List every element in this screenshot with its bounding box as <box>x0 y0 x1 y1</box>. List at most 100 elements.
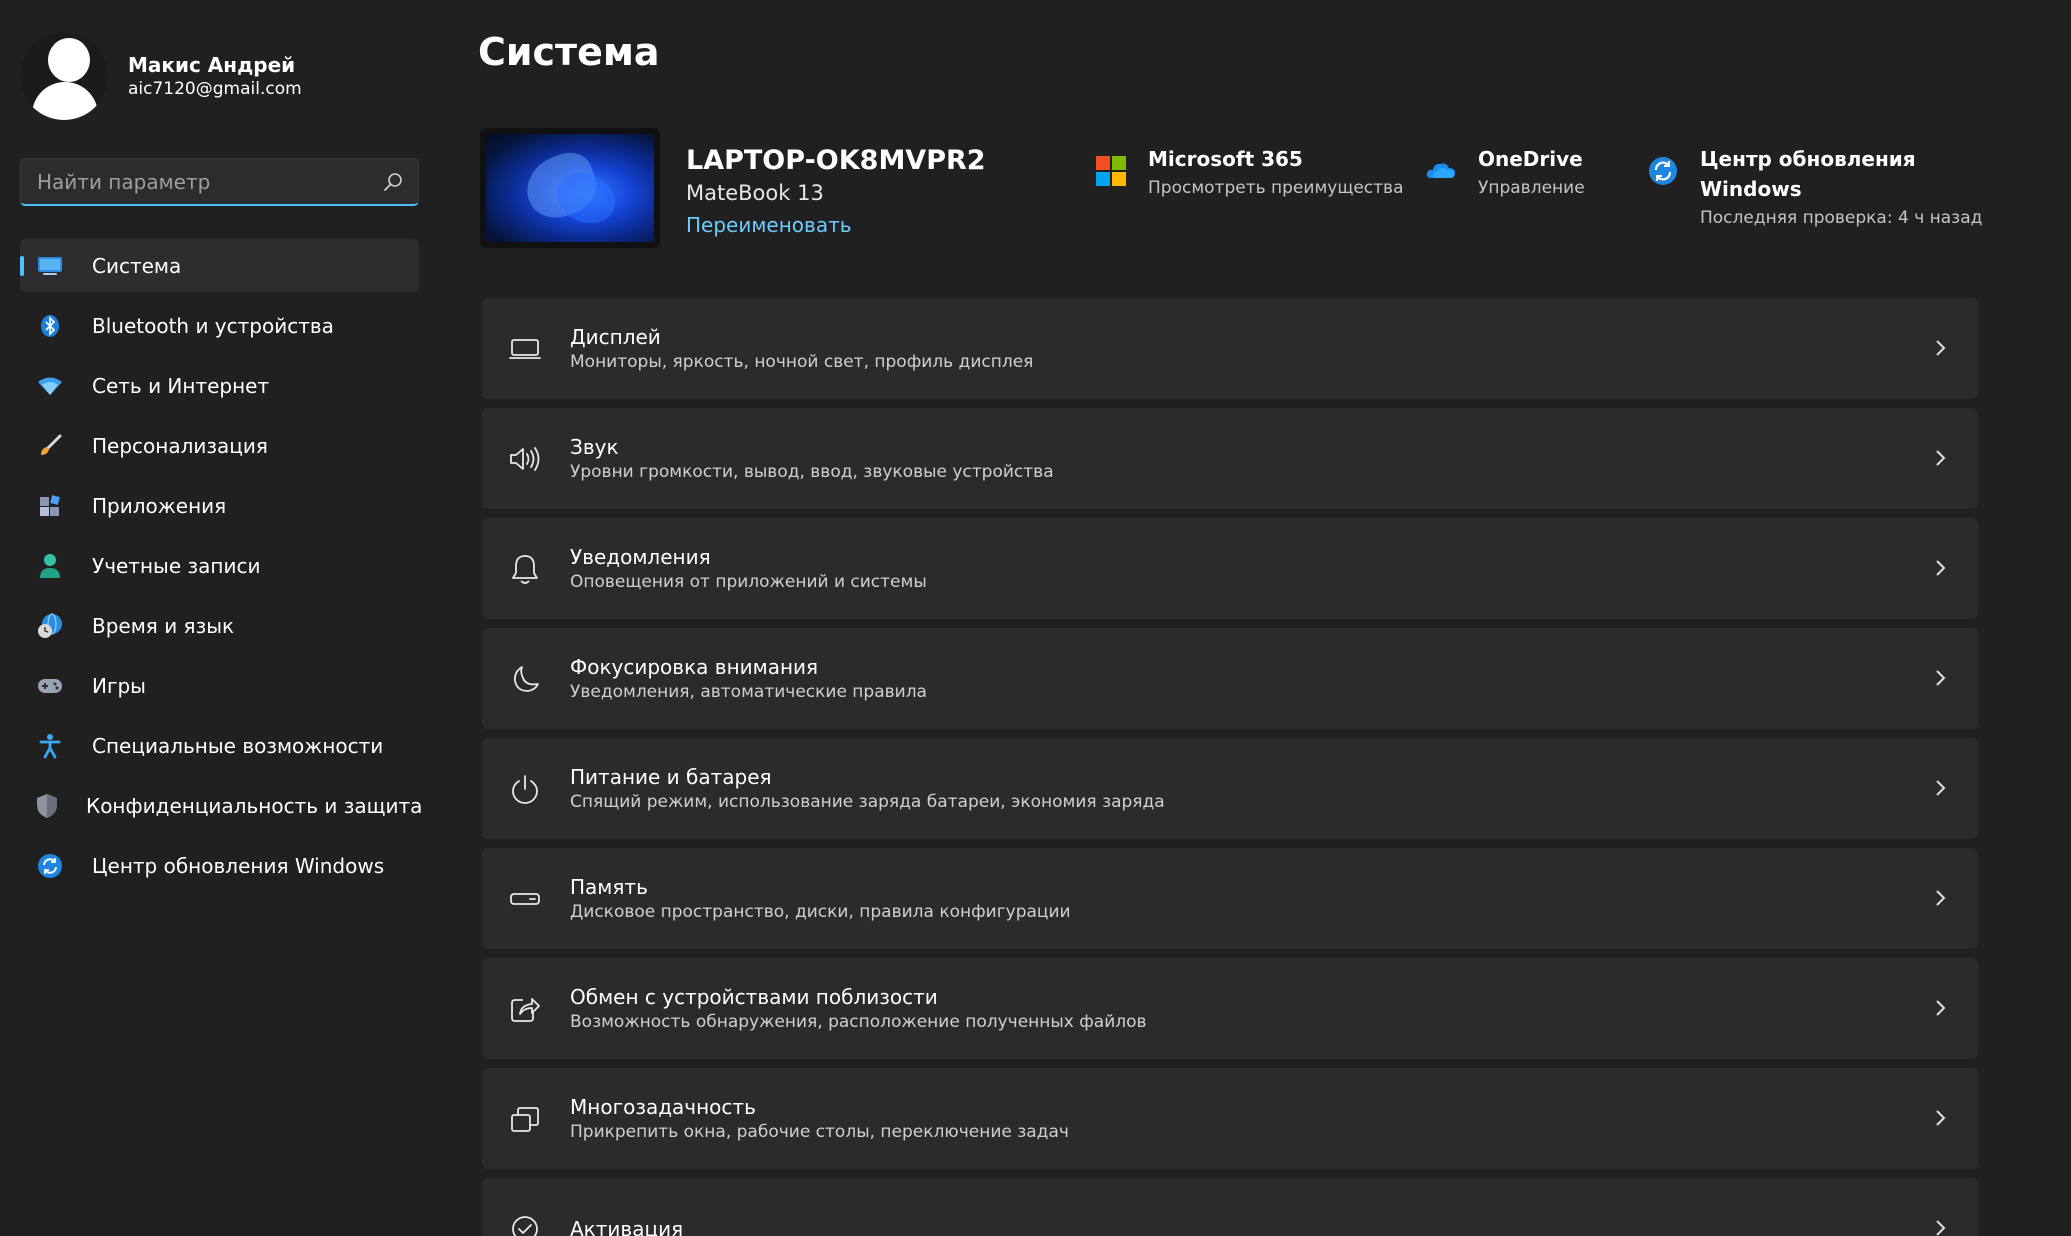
bluetooth-icon <box>36 312 64 340</box>
row-title: Многозадачность <box>570 1094 756 1119</box>
profile-email: aic7120@gmail.com <box>128 79 302 99</box>
row-title: Звук <box>570 434 619 459</box>
windows-update-subtitle: Последняя проверка: 4 ч назад <box>1700 208 1983 228</box>
sidebar-item-label: Bluetooth и устройства <box>92 313 334 338</box>
sidebar-nav: Система Bluetooth и устройства Сеть и Ин… <box>20 239 423 899</box>
shield-icon <box>36 792 58 820</box>
time-language-icon <box>36 612 64 640</box>
row-subtitle: Уведомления, автоматические правила <box>570 681 927 702</box>
settings-row-activation[interactable]: Активация <box>482 1178 1978 1236</box>
settings-row-multitasking[interactable]: Многозадачность Прикрепить окна, рабочие… <box>482 1068 1978 1169</box>
settings-row-notifications[interactable]: Уведомления Оповещения от приложений и с… <box>482 518 1978 619</box>
row-title: Питание и батарея <box>570 764 772 789</box>
sidebar-item-label: Конфиденциальность и защита <box>86 793 423 818</box>
settings-row-focus-assist[interactable]: Фокусировка внимания Уведомления, автома… <box>482 628 1978 729</box>
profile-name: Макис Андрей <box>128 53 296 77</box>
sidebar-item-system[interactable]: Система <box>20 239 419 292</box>
display-icon <box>36 252 64 280</box>
device-model: MateBook 13 <box>686 181 824 205</box>
wifi-icon <box>36 372 64 400</box>
search-icon[interactable] <box>382 171 404 193</box>
device-wallpaper-thumbnail <box>480 128 660 248</box>
sidebar-item-label: Центр обновления Windows <box>92 853 385 878</box>
user-profile[interactable]: Макис Андрей aic7120@gmail.com <box>20 32 302 120</box>
sidebar-item-label: Время и язык <box>92 613 235 638</box>
microsoft-logo-icon <box>1096 156 1126 186</box>
power-icon <box>508 772 542 806</box>
sidebar-item-network[interactable]: Сеть и Интернет <box>20 359 419 412</box>
row-title: Уведомления <box>570 544 711 569</box>
windows-update-icon <box>1649 157 1677 185</box>
sidebar-item-bluetooth[interactable]: Bluetooth и устройства <box>20 299 419 352</box>
settings-row-display[interactable]: Дисплей Мониторы, яркость, ночной свет, … <box>482 298 1978 399</box>
sidebar-item-accounts[interactable]: Учетные записи <box>20 539 419 592</box>
row-title: Обмен с устройствами поблизости <box>570 984 938 1009</box>
sidebar-item-label: Персонализация <box>92 433 268 458</box>
sidebar-item-gaming[interactable]: Игры <box>20 659 419 712</box>
row-subtitle: Оповещения от приложений и системы <box>570 571 927 592</box>
row-title: Память <box>570 874 648 899</box>
rename-link[interactable]: Переименовать <box>686 210 986 240</box>
microsoft-365-tile[interactable]: Microsoft 365 Просмотреть преимущества <box>1096 144 1403 202</box>
gamepad-icon <box>36 672 64 700</box>
sidebar-item-label: Сеть и Интернет <box>92 373 270 398</box>
chevron-right-icon <box>1936 450 1946 466</box>
device-card: LAPTOP-OK8MVPR2 MateBook 13 Переименоват… <box>480 128 986 248</box>
accessibility-icon <box>36 732 64 760</box>
settings-row-power-battery[interactable]: Питание и батарея Спящий режим, использо… <box>482 738 1978 839</box>
onedrive-title: OneDrive <box>1478 147 1583 171</box>
row-subtitle: Уровни громкости, вывод, ввод, звуковые … <box>570 461 1054 482</box>
chevron-right-icon <box>1936 780 1946 796</box>
row-title: Фокусировка внимания <box>570 654 819 679</box>
microsoft-365-subtitle: Просмотреть преимущества <box>1148 178 1404 198</box>
sidebar-item-label: Приложения <box>92 493 227 518</box>
chevron-right-icon <box>1936 340 1946 356</box>
windows-update-tile[interactable]: Центр обновления Windows Последняя прове… <box>1648 144 1990 232</box>
row-subtitle: Спящий режим, использование заряда батар… <box>570 791 1165 812</box>
sidebar-item-accessibility[interactable]: Специальные возможности <box>20 719 419 772</box>
windows-update-icon <box>36 852 64 880</box>
settings-row-nearby-sharing[interactable]: Обмен с устройствами поблизости Возможно… <box>482 958 1978 1059</box>
row-title: Активация <box>570 1216 684 1236</box>
check-circle-icon <box>508 1212 542 1236</box>
sidebar-item-time-language[interactable]: Время и язык <box>20 599 419 652</box>
chevron-right-icon <box>1936 1000 1946 1016</box>
chevron-right-icon <box>1936 560 1946 576</box>
chevron-right-icon <box>1936 1220 1946 1236</box>
settings-list: Дисплей Мониторы, яркость, ночной свет, … <box>482 298 1978 1236</box>
sidebar-item-apps[interactable]: Приложения <box>20 479 419 532</box>
sidebar-item-personalization[interactable]: Персонализация <box>20 419 419 472</box>
settings-row-sound[interactable]: Звук Уровни громкости, вывод, ввод, звук… <box>482 408 1978 509</box>
settings-row-storage[interactable]: Память Дисковое пространство, диски, пра… <box>482 848 1978 949</box>
brush-icon <box>36 432 64 460</box>
sidebar-item-label: Система <box>92 253 182 278</box>
avatar <box>20 32 108 120</box>
bell-icon <box>508 552 542 586</box>
page-title: Система <box>478 30 660 74</box>
row-title: Дисплей <box>570 324 661 349</box>
apps-icon <box>36 492 64 520</box>
chevron-right-icon <box>1936 1110 1946 1126</box>
row-subtitle: Прикрепить окна, рабочие столы, переключ… <box>570 1121 1069 1142</box>
onedrive-tile[interactable]: OneDrive Управление <box>1426 144 1585 202</box>
chevron-right-icon <box>1936 670 1946 686</box>
onedrive-cloud-icon <box>1426 163 1455 178</box>
row-subtitle: Дисковое пространство, диски, правила ко… <box>570 901 1071 922</box>
search-input[interactable] <box>35 168 382 195</box>
speaker-icon <box>508 442 542 476</box>
onedrive-subtitle: Управление <box>1478 178 1585 198</box>
sidebar-item-privacy[interactable]: Конфиденциальность и защита <box>20 779 423 832</box>
sidebar-item-windows-update[interactable]: Центр обновления Windows <box>20 839 419 892</box>
device-name: LAPTOP-OK8MVPR2 <box>686 145 986 176</box>
monitor-icon <box>508 332 542 366</box>
share-icon <box>508 992 542 1026</box>
windows-update-title: Центр обновления Windows <box>1700 147 1916 201</box>
sidebar-item-label: Учетные записи <box>92 553 261 578</box>
search-box[interactable] <box>20 158 419 206</box>
settings-window: Макис Андрей aic7120@gmail.com Система <box>0 0 2071 1236</box>
sidebar-item-label: Специальные возможности <box>92 733 384 758</box>
moon-icon <box>508 662 542 696</box>
microsoft-365-title: Microsoft 365 <box>1148 147 1303 171</box>
multitasking-icon <box>508 1102 542 1136</box>
account-icon <box>36 552 64 580</box>
